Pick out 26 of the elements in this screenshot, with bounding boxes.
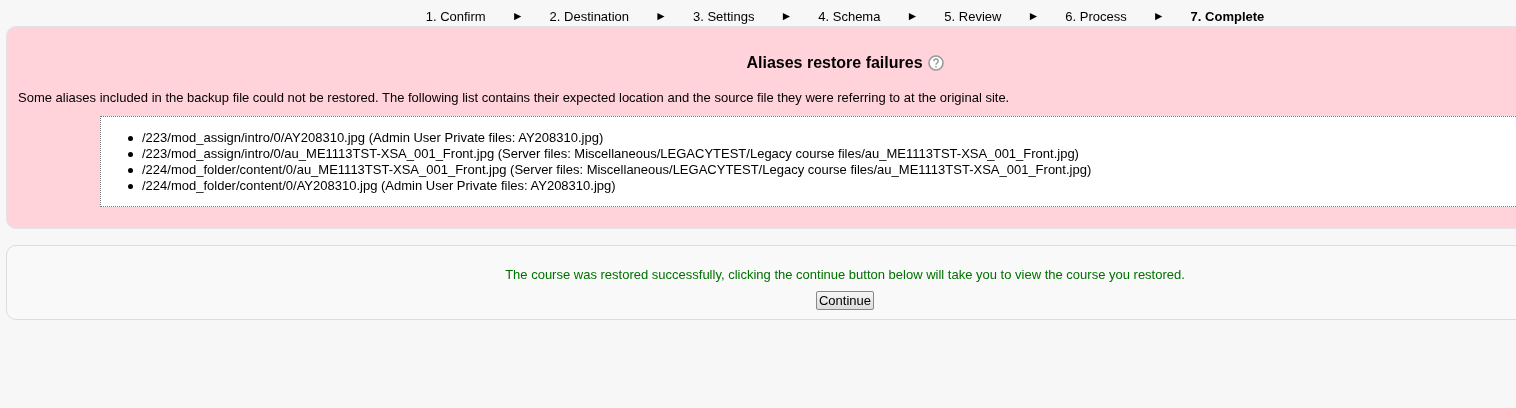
- bullet-icon: [128, 135, 133, 141]
- step-arrow: ►: [655, 9, 667, 25]
- failure-item: /224/mod_folder/content/0/AY208310.jpg (Admin User Private files: AY208310.jpg): [142, 178, 616, 194]
- step-label: 3. Settings: [692, 9, 755, 26]
- step-arrow: ►: [906, 9, 919, 25]
- section-heading: Aliases restore failures: [746, 54, 923, 72]
- bullet-icon: [128, 167, 133, 173]
- step-label: 4. Schema: [818, 9, 881, 26]
- success-message: The course was restored successfully, clicking the continue button below will take you to view the course you restored.: [505, 267, 1185, 282]
- step-label: 1. Confirm: [425, 9, 486, 26]
- error-message: Some aliases included in the backup file could not be restored. The following list contains their expected location and the source file they were referring to at the original site.: [18, 90, 1011, 105]
- bullet-icon: [128, 151, 133, 157]
- failure-item: /223/mod_assign/intro/0/au_ME1113TST-XSA_001_Front.jpg (Server files: Miscellaneous/LEGACYTEST/Legacy course files/au_ME1113TST-XSA_001_Front.jpg): [142, 146, 1079, 162]
- step-arrow: ►: [780, 9, 793, 25]
- help-icon[interactable]: [927, 55, 944, 71]
- step-label: 2. Destination: [549, 9, 630, 26]
- step-arrow: ►: [511, 9, 524, 25]
- failure-item: /223/mod_assign/intro/0/AY208310.jpg (Admin User Private files: AY208310.jpg): [142, 130, 604, 146]
- failure-item: /224/mod_folder/content/0/au_ME1113TST-XSA_001_Front.jpg (Server files: Miscellaneous/LEGACYTEST/Legacy course files/au_ME1113TST-XSA_001_Front.jpg): [142, 162, 1092, 178]
- step-label: 6. Process: [1065, 9, 1127, 26]
- bullet-icon: [128, 183, 133, 189]
- continue-button[interactable]: Continue: [815, 291, 874, 310]
- step-label: 7. Complete: [1190, 9, 1265, 26]
- step-label: 5. Review: [944, 9, 1002, 26]
- step-arrow: ►: [1152, 9, 1165, 25]
- step-arrow: ►: [1027, 9, 1040, 25]
